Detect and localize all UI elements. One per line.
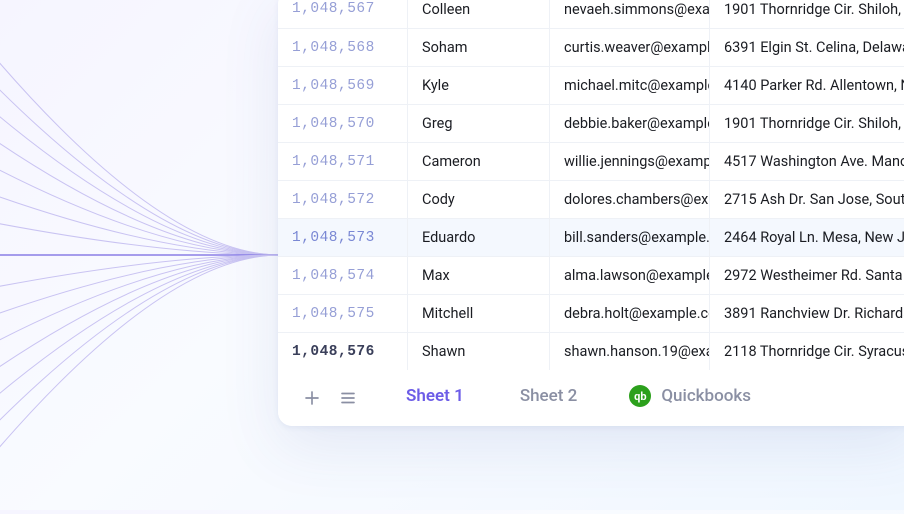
name-cell[interactable]: Soham <box>408 29 550 66</box>
row-number-cell: 1,048,576 <box>278 333 408 370</box>
address-cell[interactable]: 1901 Thornridge Cir. Shiloh, H <box>710 105 904 142</box>
table-row[interactable]: 1,048,571Cameronwillie.jennings@examp451… <box>278 142 904 180</box>
address-cell[interactable]: 1901 Thornridge Cir. Shiloh, <box>710 0 904 28</box>
tab-sheet-1[interactable]: Sheet 1 <box>382 376 488 420</box>
row-number-cell: 1,048,573 <box>278 219 408 256</box>
address-cell[interactable]: 4517 Washington Ave. Mancl <box>710 143 904 180</box>
row-number-cell: 1,048,575 <box>278 295 408 332</box>
name-cell[interactable]: Cameron <box>408 143 550 180</box>
row-number-cell: 1,048,567 <box>278 0 408 28</box>
email-cell[interactable]: willie.jennings@examp <box>550 143 710 180</box>
address-cell[interactable]: 6391 Elgin St. Celina, Delawa <box>710 29 904 66</box>
address-cell[interactable]: 2715 Ash Dr. San Jose, South <box>710 181 904 218</box>
address-cell[interactable]: 2972 Westheimer Rd. Santa <box>710 257 904 294</box>
email-cell[interactable]: shawn.hanson.19@exa <box>550 333 710 370</box>
email-cell[interactable]: debra.holt@example.co <box>550 295 710 332</box>
name-cell[interactable]: Greg <box>408 105 550 142</box>
table-row[interactable]: 1,048,574Maxalma.lawson@example2972 West… <box>278 256 904 294</box>
plus-icon <box>303 389 321 407</box>
email-cell[interactable]: nevaeh.simmons@exar <box>550 0 710 28</box>
address-cell[interactable]: 4140 Parker Rd. Allentown, N <box>710 67 904 104</box>
row-number-cell: 1,048,569 <box>278 67 408 104</box>
table-row[interactable]: 1,048,575Mitchelldebra.holt@example.co38… <box>278 294 904 332</box>
row-number-cell: 1,048,574 <box>278 257 408 294</box>
tab-quickbooks-label: Quickbooks <box>661 386 751 406</box>
name-cell[interactable]: Kyle <box>408 67 550 104</box>
table-row[interactable]: 1,048,572Codydolores.chambers@exa2715 As… <box>278 180 904 218</box>
email-cell[interactable]: bill.sanders@example. <box>550 219 710 256</box>
address-cell[interactable]: 3891 Ranchview Dr. Richards <box>710 295 904 332</box>
email-cell[interactable]: dolores.chambers@exa <box>550 181 710 218</box>
quickbooks-icon: qb <box>629 385 651 407</box>
row-number-cell: 1,048,568 <box>278 29 408 66</box>
name-cell[interactable]: Eduardo <box>408 219 550 256</box>
email-cell[interactable]: debbie.baker@example <box>550 105 710 142</box>
name-cell[interactable]: Shawn <box>408 333 550 370</box>
address-cell[interactable]: 2118 Thornridge Cir. Syracus <box>710 333 904 370</box>
tab-quickbooks[interactable]: qb Quickbooks <box>609 375 755 421</box>
name-cell[interactable]: Cody <box>408 181 550 218</box>
row-number-cell: 1,048,572 <box>278 181 408 218</box>
decorative-converging-lines <box>0 0 310 510</box>
email-cell[interactable]: michael.mitc@example <box>550 67 710 104</box>
tab-sheet-2[interactable]: Sheet 2 <box>496 376 602 420</box>
table-row[interactable]: 1,048,568Sohamcurtis.weaver@example6391 … <box>278 28 904 66</box>
sheet-tab-bar: Sheet 1 Sheet 2 qb Quickbooks <box>278 370 904 426</box>
email-cell[interactable]: alma.lawson@example <box>550 257 710 294</box>
row-number-cell: 1,048,571 <box>278 143 408 180</box>
menu-icon <box>339 389 357 407</box>
email-cell[interactable]: curtis.weaver@example <box>550 29 710 66</box>
table-row[interactable]: 1,048,573Eduardobill.sanders@example.246… <box>278 218 904 256</box>
name-cell[interactable]: Colleen <box>408 0 550 28</box>
row-number-cell: 1,048,570 <box>278 105 408 142</box>
table-row[interactable]: 1,048,576Shawnshawn.hanson.19@exa2118 Th… <box>278 332 904 370</box>
table-row[interactable]: 1,048,570Gregdebbie.baker@example1901 Th… <box>278 104 904 142</box>
spreadsheet-window: 1,048,567Colleennevaeh.simmons@exar1901 … <box>278 0 904 426</box>
address-cell[interactable]: 2464 Royal Ln. Mesa, New Je <box>710 219 904 256</box>
name-cell[interactable]: Max <box>408 257 550 294</box>
data-grid[interactable]: 1,048,567Colleennevaeh.simmons@exar1901 … <box>278 0 904 370</box>
add-sheet-button[interactable] <box>298 384 326 412</box>
table-row[interactable]: 1,048,569Kylemichael.mitc@example4140 Pa… <box>278 66 904 104</box>
name-cell[interactable]: Mitchell <box>408 295 550 332</box>
sheet-list-button[interactable] <box>334 384 362 412</box>
table-row[interactable]: 1,048,567Colleennevaeh.simmons@exar1901 … <box>278 0 904 28</box>
